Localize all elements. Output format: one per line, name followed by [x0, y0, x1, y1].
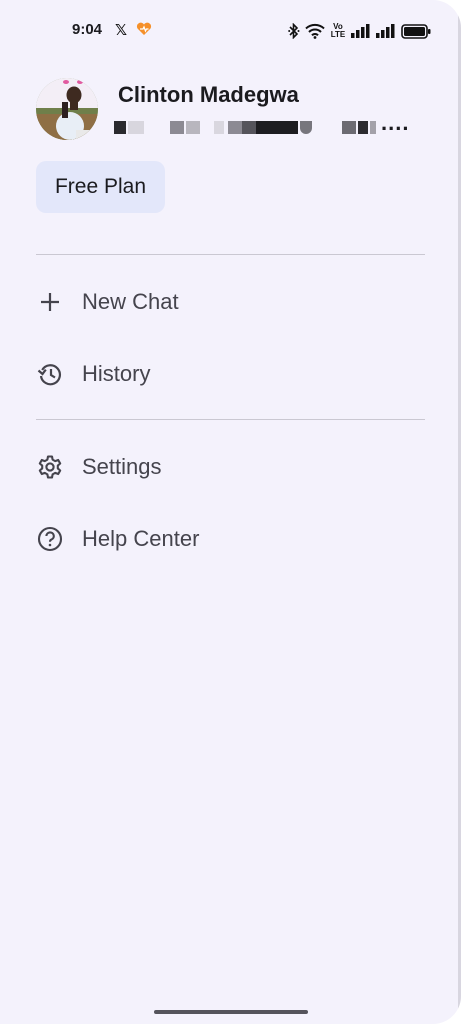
help-center-label: Help Center	[82, 526, 200, 551]
menu-item-history[interactable]: History	[36, 346, 425, 402]
divider	[36, 419, 425, 420]
help-circle-icon	[36, 525, 64, 553]
home-indicator[interactable]	[154, 1010, 308, 1014]
profile-email-tail: ....	[381, 110, 410, 135]
status-time: 9:04	[72, 21, 103, 38]
volte-bottom-label: LTE	[330, 30, 346, 39]
history-label: History	[82, 361, 151, 386]
status-bar: 9:04 𝕏 Vo LTE	[0, 18, 461, 44]
x-app-icon: 𝕏	[115, 22, 128, 39]
heart-app-icon	[136, 22, 152, 35]
divider	[36, 254, 425, 255]
user-avatar[interactable]	[36, 78, 98, 140]
signal-icon	[376, 24, 395, 38]
menu-item-new-chat[interactable]: New Chat	[36, 274, 425, 330]
menu-item-settings[interactable]: Settings	[36, 439, 425, 495]
menu-item-help-center[interactable]: Help Center	[36, 511, 425, 567]
history-icon	[36, 360, 64, 388]
plus-icon	[36, 288, 64, 316]
profile-name: Clinton Madegwa	[118, 82, 299, 107]
user-avatar-photo	[36, 78, 98, 140]
wifi-icon	[305, 23, 325, 39]
navigation-drawer: 9:04 𝕏 Vo LTE Clinton Madegwa .... Free …	[0, 0, 461, 1024]
signal-icon	[351, 24, 370, 38]
profile-email-redacted: ....	[114, 110, 414, 138]
gear-icon	[36, 453, 64, 481]
bluetooth-icon	[288, 23, 300, 39]
free-plan-chip[interactable]: Free Plan	[36, 161, 165, 213]
status-icons: Vo LTE	[288, 21, 431, 41]
volte-icon: Vo LTE	[330, 23, 346, 39]
new-chat-label: New Chat	[82, 289, 179, 314]
battery-icon	[401, 23, 431, 39]
settings-label: Settings	[82, 454, 162, 479]
